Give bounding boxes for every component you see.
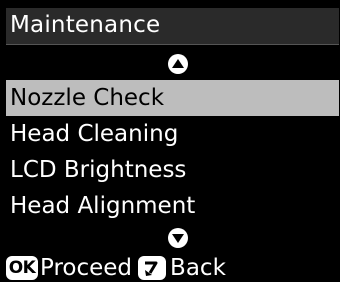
footer-hints: OK Proceed Back (6, 254, 226, 282)
ok-key[interactable]: OK (6, 256, 38, 280)
menu-item-label: Nozzle Check (10, 85, 165, 111)
menu-item-label: LCD Brightness (10, 157, 187, 183)
menu-item-lcd-brightness[interactable]: LCD Brightness (6, 152, 339, 188)
scroll-up-icon[interactable] (168, 54, 188, 74)
lcd-screen: Maintenance Nozzle Check Head Cleaning L… (0, 0, 340, 282)
back-arrow-icon[interactable] (138, 256, 167, 280)
ok-action-label: Proceed (40, 255, 133, 281)
menu-item-label: Head Alignment (10, 193, 196, 219)
title-bar: Maintenance (6, 8, 339, 45)
back-action-label: Back (170, 255, 226, 281)
screen-title: Maintenance (10, 12, 161, 38)
maintenance-menu: Nozzle Check Head Cleaning LCD Brightnes… (6, 80, 339, 224)
scroll-down-icon[interactable] (168, 228, 188, 248)
menu-item-nozzle-check[interactable]: Nozzle Check (6, 80, 339, 116)
menu-item-head-cleaning[interactable]: Head Cleaning (6, 116, 339, 152)
menu-item-head-alignment[interactable]: Head Alignment (6, 188, 339, 224)
menu-item-label: Head Cleaning (10, 121, 179, 147)
